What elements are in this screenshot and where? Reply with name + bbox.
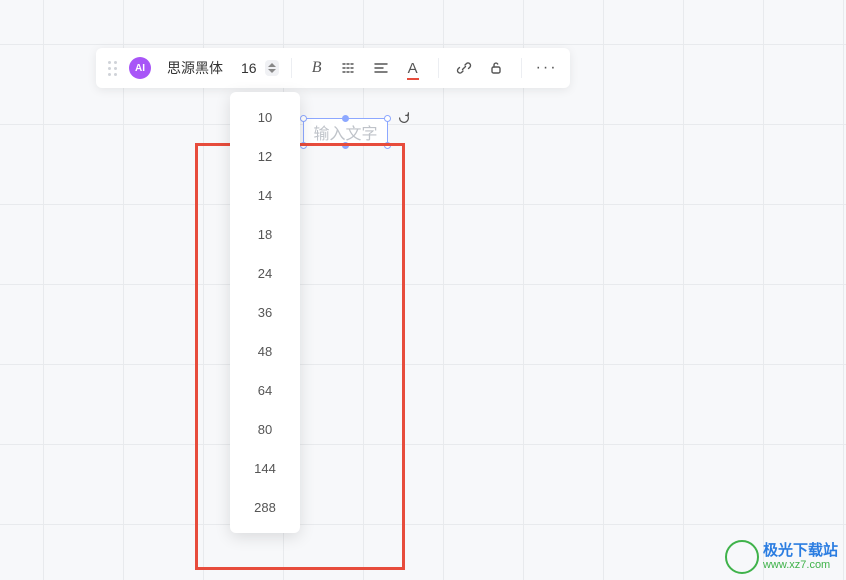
watermark-logo-icon (725, 540, 759, 574)
dropdown-item[interactable]: 288 (230, 488, 300, 527)
font-size-field[interactable]: 16 (233, 60, 281, 76)
watermark: 极光下载站 www.xz7.com (725, 540, 838, 574)
divider (438, 58, 439, 78)
ellipsis-icon: ··· (536, 59, 558, 77)
dropdown-item[interactable]: 64 (230, 371, 300, 410)
dropdown-item[interactable]: 48 (230, 332, 300, 371)
text-toolbar: AI 思源黑体 16 B A ··· (96, 48, 570, 88)
bold-icon: B (312, 59, 322, 77)
divider (521, 58, 522, 78)
dropdown-item[interactable]: 36 (230, 293, 300, 332)
dropdown-item[interactable]: 144 (230, 449, 300, 488)
drag-handle-icon[interactable] (104, 61, 121, 76)
more-button[interactable]: ··· (532, 53, 562, 83)
ai-badge[interactable]: AI (129, 57, 151, 79)
font-family-select[interactable]: 思源黑体 (159, 58, 231, 78)
chevron-down-icon[interactable] (268, 69, 276, 73)
bold-button[interactable]: B (302, 53, 332, 83)
line-spacing-icon (341, 60, 357, 76)
font-size-dropdown: 10 12 14 18 24 36 48 64 80 144 288 (230, 92, 300, 533)
text-color-icon: A (408, 60, 418, 77)
placeholder-text: 输入文字 (313, 120, 377, 144)
unlock-icon (488, 60, 504, 76)
watermark-url: www.xz7.com (763, 559, 838, 571)
dropdown-item[interactable]: 12 (230, 137, 300, 176)
align-left-icon (373, 60, 389, 76)
resize-handle-bl[interactable] (300, 142, 307, 149)
text-color-button[interactable]: A (398, 53, 428, 83)
dropdown-item[interactable]: 10 (230, 98, 300, 137)
line-height-button[interactable] (334, 53, 364, 83)
dropdown-item[interactable]: 14 (230, 176, 300, 215)
resize-handle-tl[interactable] (300, 115, 307, 122)
chevron-up-icon[interactable] (268, 63, 276, 67)
dropdown-item[interactable]: 24 (230, 254, 300, 293)
text-input-box[interactable]: 输入文字 (303, 118, 388, 146)
link-icon (456, 60, 472, 76)
rotate-handle[interactable] (395, 109, 413, 127)
watermark-title: 极光下载站 (763, 543, 838, 560)
dropdown-item[interactable]: 18 (230, 215, 300, 254)
lock-button[interactable] (481, 53, 511, 83)
font-size-value: 16 (241, 60, 257, 76)
rotate-icon (397, 111, 411, 125)
resize-handle-tm[interactable] (342, 115, 349, 122)
divider (291, 58, 292, 78)
font-size-stepper[interactable] (265, 60, 279, 76)
align-button[interactable] (366, 53, 396, 83)
resize-handle-bm[interactable] (342, 142, 349, 149)
dropdown-item[interactable]: 80 (230, 410, 300, 449)
resize-handle-br[interactable] (384, 142, 391, 149)
link-button[interactable] (449, 53, 479, 83)
resize-handle-tr[interactable] (384, 115, 391, 122)
